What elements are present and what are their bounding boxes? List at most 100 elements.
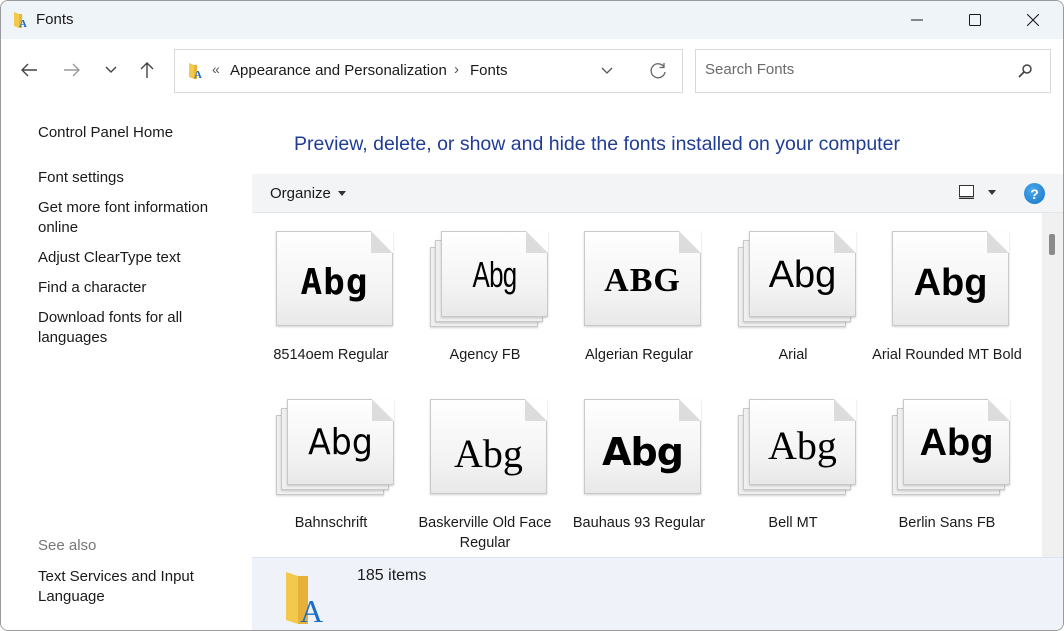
font-sample-text: Abg bbox=[472, 254, 518, 295]
item-count: 185 items bbox=[357, 567, 427, 584]
svg-text:A: A bbox=[19, 18, 27, 29]
font-sample-text: ABG bbox=[604, 262, 681, 299]
font-sample-text: Abg bbox=[602, 430, 684, 474]
font-preview-page: ABG bbox=[584, 231, 701, 326]
font-preview-page: Abg bbox=[276, 231, 393, 326]
organize-label: Organize bbox=[270, 185, 331, 202]
breadcrumb-fonts[interactable]: Fonts bbox=[470, 62, 508, 79]
main-pane: Preview, delete, or show and hide the fo… bbox=[252, 103, 1063, 630]
font-name: Algerian Regular bbox=[584, 347, 693, 363]
font-name: Berlin Sans FB bbox=[898, 515, 996, 531]
fonts-folder-icon: A bbox=[14, 12, 27, 29]
organize-button[interactable]: Organize bbox=[270, 185, 346, 202]
font-family-icon: Abg bbox=[430, 231, 550, 331]
dropdown-arrow-icon bbox=[337, 191, 346, 196]
font-family-icon: Abg bbox=[276, 399, 396, 499]
tasks-pane: Control Panel Home Font settings Get mor… bbox=[1, 103, 252, 630]
font-sample-text: Abg bbox=[768, 254, 837, 296]
see-also-label: See also bbox=[38, 537, 97, 554]
title-bar: A Fonts bbox=[1, 1, 1063, 39]
font-preview-page: Abg bbox=[287, 399, 394, 485]
font-settings-link[interactable]: Font settings bbox=[38, 168, 238, 188]
font-item[interactable]: Abg 8514oem Regular bbox=[254, 223, 408, 391]
maximize-button[interactable] bbox=[946, 1, 1004, 39]
font-file-icon: Abg bbox=[892, 231, 1012, 331]
search-box[interactable] bbox=[695, 49, 1051, 93]
dropdown-arrow-icon bbox=[988, 189, 996, 195]
font-item[interactable]: Abg Agency FB bbox=[408, 223, 562, 391]
arrow-left-icon bbox=[21, 63, 37, 77]
font-sample-text: Abg bbox=[768, 423, 837, 468]
help-button[interactable]: ? bbox=[1024, 183, 1045, 204]
page-fold bbox=[526, 231, 548, 253]
font-item[interactable]: Abg Arial Rounded MT Bold bbox=[870, 223, 1024, 391]
font-name: Baskerville Old Face Regular bbox=[418, 515, 552, 551]
font-family-icon: Abg bbox=[892, 399, 1012, 499]
page-fold bbox=[372, 399, 394, 421]
font-file-icon: ABG bbox=[584, 231, 704, 331]
text-services-link[interactable]: Text Services and Input Language bbox=[38, 567, 238, 607]
font-preview-page: Abg bbox=[441, 231, 548, 317]
breadcrumb-appearance[interactable]: Appearance and Personalization bbox=[230, 62, 447, 79]
font-name: Arial bbox=[778, 347, 808, 363]
refresh-button[interactable] bbox=[648, 61, 668, 86]
forward-button[interactable] bbox=[57, 55, 87, 85]
vertical-scrollbar[interactable] bbox=[1042, 213, 1063, 557]
font-preview-page: Abg bbox=[749, 399, 856, 485]
maximize-icon bbox=[969, 14, 981, 26]
font-name: Arial Rounded MT Bold bbox=[872, 347, 1022, 363]
font-name: Bell MT bbox=[768, 515, 818, 531]
search-input[interactable] bbox=[705, 61, 1005, 78]
font-sample-text: Abg bbox=[300, 262, 369, 303]
font-name: 8514oem Regular bbox=[273, 347, 389, 363]
page-headline: Preview, delete, or show and hide the fo… bbox=[294, 133, 900, 155]
font-preview-page: Abg bbox=[584, 399, 701, 494]
download-fonts-link[interactable]: Download fonts for all languages bbox=[38, 308, 238, 348]
more-font-info-link[interactable]: Get more font information online bbox=[38, 198, 238, 238]
font-name: Bahnschrift bbox=[294, 515, 368, 531]
page-fold bbox=[679, 231, 701, 253]
breadcrumb-overflow[interactable]: « bbox=[212, 61, 220, 77]
font-item[interactable]: Abg Bahnschrift bbox=[254, 391, 408, 557]
page-fold bbox=[988, 399, 1010, 421]
arrow-right-icon bbox=[64, 63, 80, 77]
fonts-window: A Fonts A « Appearance and Personalizati… bbox=[0, 0, 1064, 631]
details-pane: A 185 items bbox=[252, 557, 1063, 630]
recent-locations-button[interactable] bbox=[96, 55, 126, 85]
search-icon[interactable] bbox=[1017, 63, 1033, 79]
help-icon: ? bbox=[1030, 185, 1039, 202]
up-button[interactable] bbox=[132, 55, 162, 85]
change-view-button[interactable] bbox=[959, 185, 996, 199]
minimize-button[interactable] bbox=[888, 1, 946, 39]
page-fold bbox=[679, 399, 701, 421]
page-fold bbox=[834, 231, 856, 253]
font-item[interactable]: Abg Baskerville Old Face Regular bbox=[408, 391, 562, 557]
svg-text:A: A bbox=[194, 69, 202, 80]
close-button[interactable] bbox=[1004, 1, 1062, 39]
control-panel-home-link[interactable]: Control Panel Home bbox=[38, 123, 238, 143]
font-item[interactable]: Abg Arial bbox=[716, 223, 870, 391]
font-item[interactable]: Abg Berlin Sans FB bbox=[870, 391, 1024, 557]
back-button[interactable] bbox=[14, 55, 44, 85]
font-item[interactable]: ABG Algerian Regular bbox=[562, 223, 716, 391]
font-grid: Abg 8514oem Regular Abg Agency FB ABG Algeria… bbox=[252, 213, 1042, 557]
chevron-down-icon bbox=[601, 67, 613, 74]
scrollbar-thumb[interactable] bbox=[1049, 234, 1055, 255]
font-item[interactable]: Abg Bell MT bbox=[716, 391, 870, 557]
svg-text:A: A bbox=[300, 593, 323, 626]
font-item[interactable]: Abg Bauhaus 93 Regular bbox=[562, 391, 716, 557]
find-character-link[interactable]: Find a character bbox=[38, 278, 238, 298]
minimize-icon bbox=[911, 19, 923, 21]
font-family-icon: Abg bbox=[738, 399, 858, 499]
address-dropdown-button[interactable] bbox=[600, 62, 614, 85]
font-file-icon: Abg bbox=[276, 231, 396, 331]
font-family-icon: Abg bbox=[738, 231, 858, 331]
address-bar[interactable]: A « Appearance and Personalization › Fon… bbox=[174, 49, 683, 93]
font-preview-page: Abg bbox=[749, 231, 856, 317]
page-fold bbox=[525, 399, 547, 421]
navigation-bar: A « Appearance and Personalization › Fon… bbox=[1, 39, 1063, 103]
breadcrumb-separator[interactable]: › bbox=[454, 61, 459, 78]
adjust-cleartype-link[interactable]: Adjust ClearType text bbox=[38, 248, 238, 268]
font-file-icon: Abg bbox=[430, 399, 550, 499]
font-sample-text: Abg bbox=[919, 422, 994, 464]
